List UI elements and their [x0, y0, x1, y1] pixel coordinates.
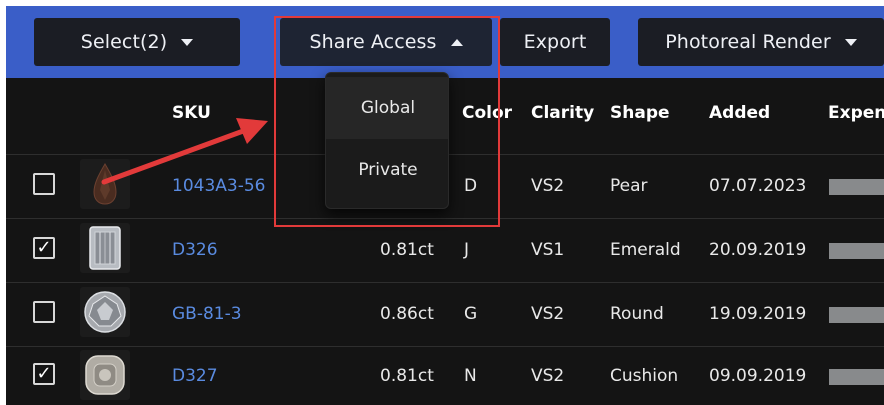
app-frame: Select(2) Share Access Export Photoreal …	[6, 6, 884, 405]
annotation-arrow-icon	[101, 118, 268, 185]
